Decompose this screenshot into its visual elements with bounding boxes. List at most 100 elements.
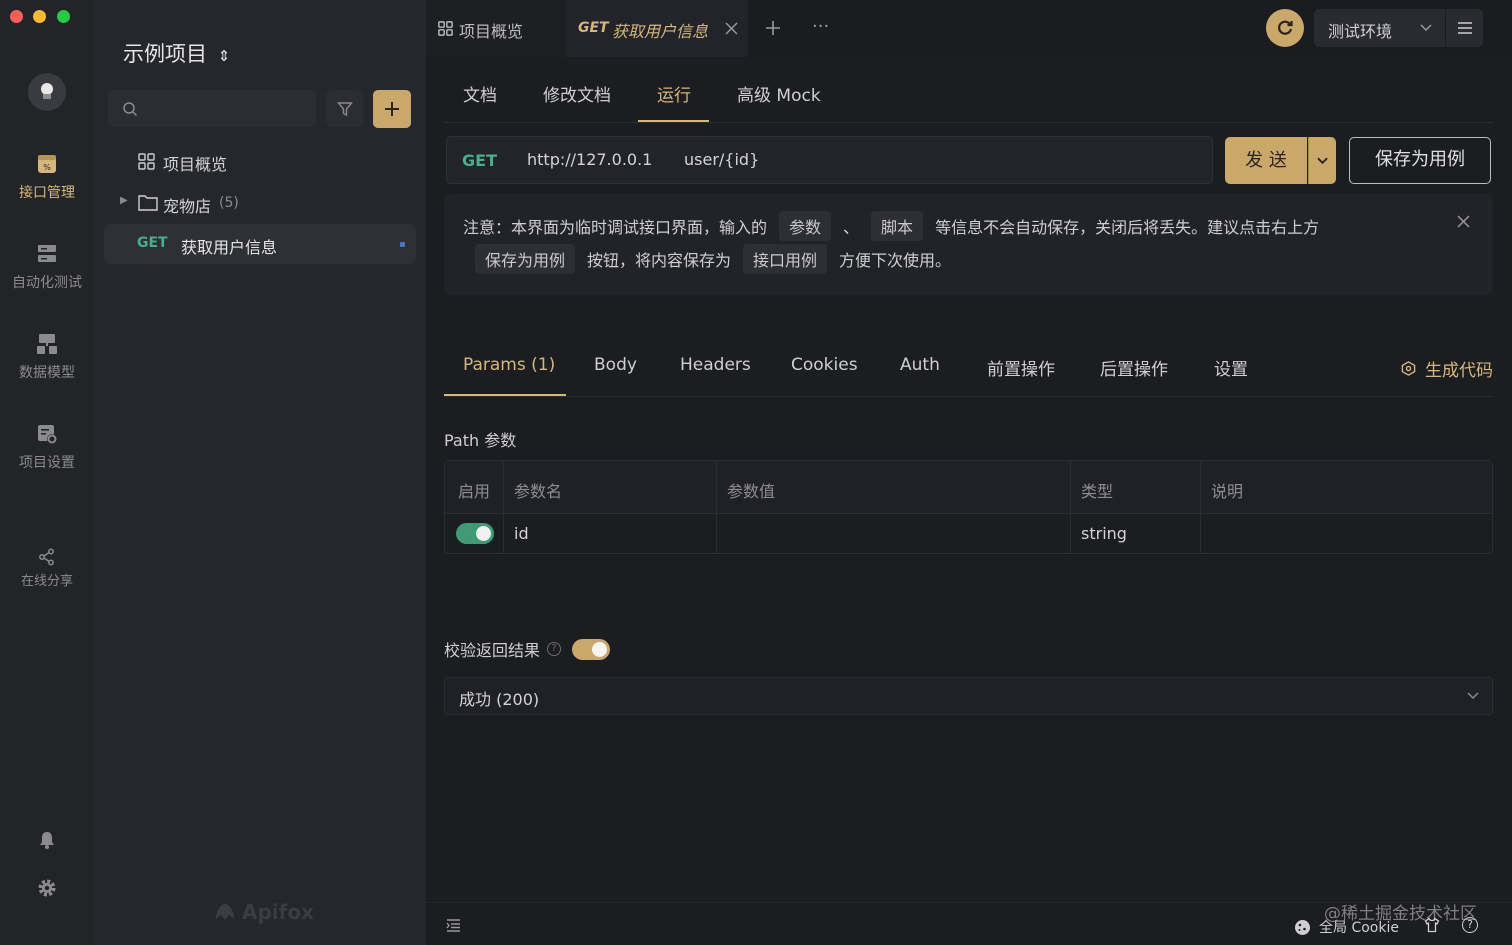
close-icon[interactable] (725, 22, 738, 35)
help-icon[interactable]: ? (547, 642, 562, 656)
rail-label: 在线分享 (20, 574, 73, 589)
shirt-icon[interactable] (1424, 917, 1440, 933)
tab-label: 项目概览 (459, 22, 524, 41)
chevron-down-icon (1420, 23, 1432, 33)
save-as-case-button[interactable]: 保存为用例 (1349, 137, 1491, 184)
rail-item-share[interactable]: 在线分享 (0, 548, 94, 589)
param-name-cell[interactable]: id (514, 524, 529, 543)
method-select[interactable]: GET (462, 151, 497, 170)
table-row: id string (445, 515, 1492, 553)
apifox-logo-icon (216, 904, 234, 920)
param-value-cell[interactable] (727, 524, 1057, 544)
folder-icon (138, 194, 158, 211)
rail-item-data-model[interactable]: 数据模型 (0, 332, 94, 382)
grid-icon (138, 153, 155, 170)
notice-line-2: 保存为用例 按钮，将内容保存为 接口用例 方便下次使用。 (475, 244, 951, 274)
caret-right-icon[interactable]: ▶ (120, 195, 128, 206)
validate-toggle[interactable] (572, 638, 611, 660)
col-enabled: 启用 (458, 482, 491, 501)
send-dropdown-button[interactable] (1308, 137, 1336, 184)
param-tab-cookies[interactable]: Cookies (791, 355, 858, 375)
param-desc-cell[interactable] (1211, 524, 1481, 544)
method-badge: GET (137, 235, 168, 251)
env-menu-button[interactable] (1446, 9, 1483, 47)
col-param-value: 参数值 (727, 482, 776, 501)
request-bar: GET http://127.0.0.1 user/{id} (446, 136, 1213, 184)
env-label: 测试环境 (1328, 22, 1393, 41)
window-close-button[interactable] (10, 10, 23, 23)
rail-item-api[interactable]: % 接口管理 (0, 152, 94, 202)
generate-code-button[interactable]: 生成代码 (1401, 356, 1493, 381)
filter-icon (336, 101, 353, 116)
param-tab-body[interactable]: Body (594, 355, 637, 375)
notice-tag: 脚本 (871, 211, 924, 241)
rail-item-project-settings[interactable]: 项目设置 (0, 422, 94, 472)
outline-toggle-icon[interactable] (446, 919, 461, 932)
param-type-cell[interactable]: string (1081, 524, 1127, 543)
send-button[interactable]: 发 送 (1225, 137, 1307, 184)
enabled-toggle[interactable] (456, 523, 494, 544)
more-tabs-icon[interactable]: ··· (812, 16, 829, 37)
tab-overview[interactable]: 项目概览 (426, 0, 566, 57)
search-input[interactable] (148, 96, 308, 121)
notice-banner: 注意：本界面为临时调试接口界面，输入的 参数 、 脚本 等信息不会自动保存，关闭… (444, 194, 1493, 295)
param-tabs: Params (1) Body Headers Cookies Auth 前置操… (444, 339, 1493, 397)
main-content: 文档 修改文档 运行 高级 Mock GET http://127.0.0.1 … (426, 57, 1512, 945)
validate-row: 校验返回结果 ? (444, 637, 611, 661)
tree-folder-petstore[interactable]: ▶ 宠物店 (5) (104, 183, 416, 223)
sync-button[interactable] (1266, 9, 1304, 47)
param-tab-headers[interactable]: Headers (680, 355, 751, 375)
tab-method: GET (578, 20, 609, 36)
global-cookie-button[interactable]: 全局 Cookie (1294, 917, 1399, 937)
bottom-bar: @稀土掘金技术社区 全局 Cookie ? (426, 902, 1512, 945)
rail-item-automation[interactable]: 自动化测试 (0, 242, 94, 292)
notice-text: 方便下次使用。 (839, 251, 952, 270)
help-icon[interactable]: ? (1462, 917, 1478, 933)
tree-item-endpoint[interactable]: GET 获取用户信息 (104, 224, 416, 264)
add-button[interactable] (373, 90, 411, 128)
window-zoom-button[interactable] (57, 10, 70, 23)
project-settings-icon (35, 422, 59, 446)
tab-get-user[interactable]: GET 获取用户信息 (566, 0, 748, 57)
notice-tag: 参数 (779, 211, 832, 241)
automation-icon (35, 242, 59, 266)
close-icon[interactable] (1457, 215, 1470, 228)
search-icon (122, 101, 138, 117)
new-tab-plus-icon[interactable] (765, 20, 781, 36)
table-header: 启用 参数名 参数值 类型 说明 (445, 461, 1492, 514)
subtab-doc[interactable]: 文档 (463, 81, 497, 106)
bell-icon[interactable] (37, 830, 57, 850)
param-tab-post-ops[interactable]: 后置操作 (1100, 355, 1168, 380)
active-tab-indicator (638, 120, 709, 122)
env-select[interactable]: 测试环境 (1314, 9, 1445, 47)
url-path-input[interactable]: user/{id} (684, 150, 759, 169)
subtab-advanced-mock[interactable]: 高级 Mock (737, 81, 821, 106)
tree-label: 获取用户信息 (181, 238, 278, 257)
window-minimize-button[interactable] (33, 10, 46, 23)
param-tab-params[interactable]: Params (1) (463, 355, 555, 375)
col-desc: 说明 (1211, 482, 1244, 501)
path-params-table: 启用 参数名 参数值 类型 说明 id string (444, 460, 1493, 554)
param-tab-settings[interactable]: 设置 (1214, 355, 1248, 380)
base-url: http://127.0.0.1 (527, 150, 653, 169)
tree-item-overview[interactable]: 项目概览 (104, 141, 416, 181)
subtab-run[interactable]: 运行 (657, 81, 691, 106)
avatar[interactable] (28, 73, 66, 111)
gear-icon[interactable] (37, 878, 57, 898)
filter-button[interactable] (326, 90, 363, 127)
subtab-edit-doc[interactable]: 修改文档 (543, 81, 611, 106)
param-tab-pre-ops[interactable]: 前置操作 (987, 355, 1055, 380)
notice-text: 注意：本界面为临时调试接口界面，输入的 (463, 218, 768, 237)
active-tab-indicator (444, 394, 566, 396)
chevron-down-icon (1467, 692, 1479, 701)
tree-label: 项目概览 (163, 155, 228, 174)
param-tab-auth[interactable]: Auth (900, 355, 940, 375)
brand-name: Apifox (242, 900, 314, 924)
tab-bar: 项目概览 GET 获取用户信息 ··· 测试环境 (426, 0, 1512, 57)
notice-text: 等信息不会自动保存，关闭后将丢失。建议点击右上方 (935, 218, 1320, 237)
svg-text:%: % (43, 163, 51, 172)
response-select[interactable]: 成功 (200) (444, 677, 1493, 715)
generate-code-label: 生成代码 (1425, 361, 1493, 381)
project-switcher[interactable]: 示例项目 ⇕ (123, 38, 230, 68)
search-box[interactable] (108, 90, 316, 127)
